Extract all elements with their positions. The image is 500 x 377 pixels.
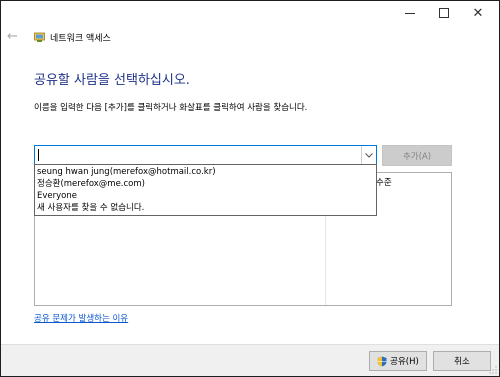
dropdown-option[interactable]: Everyone bbox=[37, 190, 77, 202]
dropdown-option[interactable]: seung hwan jung(merefox@hotmail.co.kr) bbox=[37, 166, 216, 178]
page-heading: 공유할 사람을 선택하십시오. bbox=[34, 73, 190, 88]
close-icon: ✕ bbox=[472, 5, 484, 21]
resize-grip-icon[interactable] bbox=[489, 366, 497, 374]
name-combobox[interactable] bbox=[34, 145, 377, 165]
dropdown-option[interactable]: 새 사용자를 찾을 수 없습니다. bbox=[37, 202, 144, 214]
cancel-button[interactable]: 취소 bbox=[433, 351, 491, 371]
user-dropdown-list[interactable]: seung hwan jung(merefox@hotmail.co.kr) 정… bbox=[34, 164, 377, 216]
dropdown-arrow-button[interactable] bbox=[361, 146, 376, 164]
dialog-window: ✕ ← 네트워크 액세스 공유할 사람을 선택하십시오. 이름을 입력한 다음 … bbox=[0, 0, 500, 377]
dropdown-option[interactable]: 정승환(merefox@me.com) bbox=[37, 178, 145, 190]
chevron-down-icon bbox=[365, 152, 373, 158]
minimize-button[interactable] bbox=[393, 1, 427, 25]
dialog-footer: 공유(H) 취소 bbox=[1, 344, 499, 376]
maximize-button[interactable] bbox=[427, 1, 461, 25]
add-button[interactable]: 추가(A) bbox=[382, 145, 452, 166]
minimize-icon bbox=[405, 12, 415, 14]
instruction-text: 이름을 입력한 다음 [추가]를 클릭하거나 화살표를 클릭하여 사람을 찾습니… bbox=[34, 103, 308, 113]
title-bar: ✕ bbox=[1, 1, 499, 25]
close-button[interactable]: ✕ bbox=[461, 1, 495, 25]
help-link[interactable]: 공유 문제가 발생하는 이유 bbox=[34, 312, 128, 324]
window-title: 네트워크 액세스 bbox=[50, 34, 111, 44]
navigation-row: ← 네트워크 액세스 bbox=[1, 27, 499, 49]
share-button[interactable]: 공유(H) bbox=[369, 351, 427, 371]
permission-level-column-header[interactable]: 수준 bbox=[376, 176, 392, 188]
share-button-label: 공유(H) bbox=[390, 357, 419, 367]
text-caret bbox=[38, 149, 39, 161]
network-icon bbox=[34, 32, 45, 42]
back-arrow-icon[interactable]: ← bbox=[7, 29, 18, 44]
uac-shield-icon bbox=[377, 356, 387, 366]
maximize-icon bbox=[439, 8, 449, 18]
